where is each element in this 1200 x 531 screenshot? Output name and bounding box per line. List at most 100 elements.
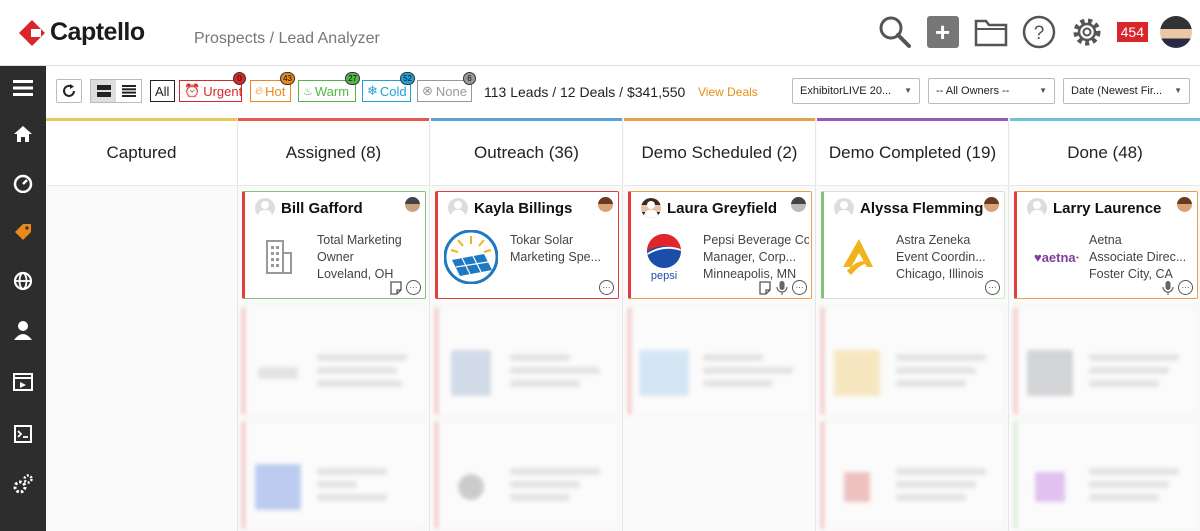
lead-card[interactable]: Bill Gafford Total Marketing Owner Lovel… [242,191,426,299]
column-header[interactable]: Assigned (8) [238,118,429,186]
note-icon[interactable] [390,280,402,295]
help-icon[interactable]: ? [1021,14,1057,50]
filter-none[interactable]: ⊗ None 6 [417,72,476,102]
note-icon[interactable] [759,280,771,295]
cold-count-badge: 52 [400,72,415,85]
column-header[interactable]: Outreach (36) [431,118,622,186]
list-view-icon [121,85,136,97]
list-view-button[interactable] [116,80,141,102]
refresh-button[interactable] [56,79,82,103]
owner-avatar[interactable] [1177,197,1192,212]
company-logo [637,346,691,400]
column-header[interactable]: Demo Completed (19) [817,118,1008,186]
owner-select[interactable]: -- All Owners -- ▼ [928,78,1055,104]
lead-name: Kayla Billings [474,199,573,217]
filter-hot[interactable]: 🔥︎ Hot 43 [250,72,295,102]
building-icon [251,230,305,284]
filter-warm[interactable]: ♨ Warm 27 [298,72,360,102]
more-options-icon[interactable]: ··· [406,280,421,295]
lead-card[interactable]: Alyssa Flemming Astra Zeneka Event Coord… [821,191,1005,299]
column-done: Done (48) Larry Laurence ♥aetna· Aetna A… [1010,118,1200,531]
lead-card[interactable] [821,421,1005,529]
lead-card[interactable] [242,421,426,529]
more-options-icon[interactable]: ··· [1178,280,1193,295]
company-logo [444,460,498,514]
leads-tag-icon[interactable] [0,212,46,252]
lead-name: Larry Laurence [1053,199,1162,217]
lead-role: Owner [317,250,354,264]
filter-cold[interactable]: ❄ Cold 52 [362,72,415,102]
company-logo [1023,460,1077,514]
none-count-badge: 6 [463,72,476,85]
column-header[interactable]: Demo Scheduled (2) [624,118,815,186]
lead-name: Alyssa Flemming [860,199,984,217]
dashboard-icon[interactable] [0,163,46,203]
view-deals-link[interactable]: View Deals [698,85,758,99]
lead-card[interactable] [821,307,1005,415]
snowflake-icon: ❄ [367,83,378,98]
lead-role: Event Coordin... [896,250,986,264]
card-view-button[interactable] [91,80,116,102]
more-options-icon[interactable]: ··· [792,280,807,295]
contacts-icon[interactable] [0,310,46,350]
lead-card[interactable] [242,307,426,415]
lead-card[interactable] [628,307,812,415]
column-header[interactable]: Done (48) [1010,118,1200,186]
chevron-down-icon: ▼ [904,86,912,95]
lead-card[interactable] [435,421,619,529]
gear-icon[interactable] [1069,14,1105,50]
column-demo-completed: Demo Completed (19) Alyssa Flemming Astr… [817,118,1009,531]
lead-summary: 113 Leads / 12 Deals / $341,550 [484,84,686,100]
globe-icon[interactable] [0,261,46,301]
filter-bar: All ⏰ Urgent 0 🔥︎ Hot 43 ♨ Warm 27 ❄ Col… [46,66,1200,118]
notification-count-badge[interactable]: 454 [1116,22,1148,42]
lead-card[interactable] [1014,307,1198,415]
more-options-icon[interactable]: ··· [599,280,614,295]
breadcrumb: Prospects / Lead Analyzer [194,30,380,47]
lead-card[interactable] [435,307,619,415]
lead-name: Bill Gafford [281,199,363,217]
hot-count-badge: 43 [280,72,295,85]
person-placeholder-icon [255,198,275,218]
top-bar: Captello Prospects / Lead Analyzer + ? 4… [0,0,1200,66]
solar-panel-logo [444,230,498,284]
pepsi-logo: pepsi [637,230,691,284]
owner-avatar[interactable] [791,197,806,212]
user-avatar[interactable] [1160,16,1192,48]
settings-gears-icon[interactable] [0,464,46,504]
astrazeneca-logo [830,230,884,284]
menu-icon[interactable] [0,68,46,108]
person-placeholder-icon [448,198,468,218]
folder-icon[interactable] [973,14,1009,50]
chevron-down-icon: ▼ [1039,86,1047,95]
microphone-icon[interactable] [1162,280,1174,295]
owner-avatar[interactable] [405,197,420,212]
company-logo [1023,346,1077,400]
company-logo [830,460,884,514]
lead-card[interactable]: Laura Greyfield pepsi Pepsi Beverage Co.… [628,191,812,299]
plus-icon: + [926,16,959,48]
chevron-down-icon: ▼ [1174,86,1182,95]
more-options-icon[interactable]: ··· [985,280,1000,295]
app-logo[interactable]: Captello [18,18,145,47]
lead-card[interactable] [1014,421,1198,529]
sort-select[interactable]: Date (Newest Fir... ▼ [1063,78,1190,104]
event-select[interactable]: ExhibitorLIVE 20... ▼ [792,78,920,104]
filter-urgent[interactable]: ⏰ Urgent 0 [179,72,246,102]
column-header[interactable]: Captured [46,118,237,186]
filter-all[interactable]: All [150,80,176,102]
lead-photo [641,198,661,218]
owner-avatar[interactable] [598,197,613,212]
add-button[interactable]: + [925,14,961,50]
event-screen-icon[interactable] [0,362,46,402]
lead-role: Associate Direc... [1089,250,1187,264]
lead-card[interactable]: Kayla Billings Tokar Solar Marketing Spe… [435,191,619,299]
microphone-icon[interactable] [776,280,788,295]
home-icon[interactable] [0,114,46,154]
search-icon[interactable] [877,14,913,50]
report-icon[interactable] [0,414,46,454]
column-outreach: Outreach (36) Kayla Billings Tokar Solar… [431,118,623,531]
warm-icon: ♨ [303,85,313,98]
lead-card[interactable]: Larry Laurence ♥aetna· Aetna Associate D… [1014,191,1198,299]
owner-avatar[interactable] [984,197,999,212]
